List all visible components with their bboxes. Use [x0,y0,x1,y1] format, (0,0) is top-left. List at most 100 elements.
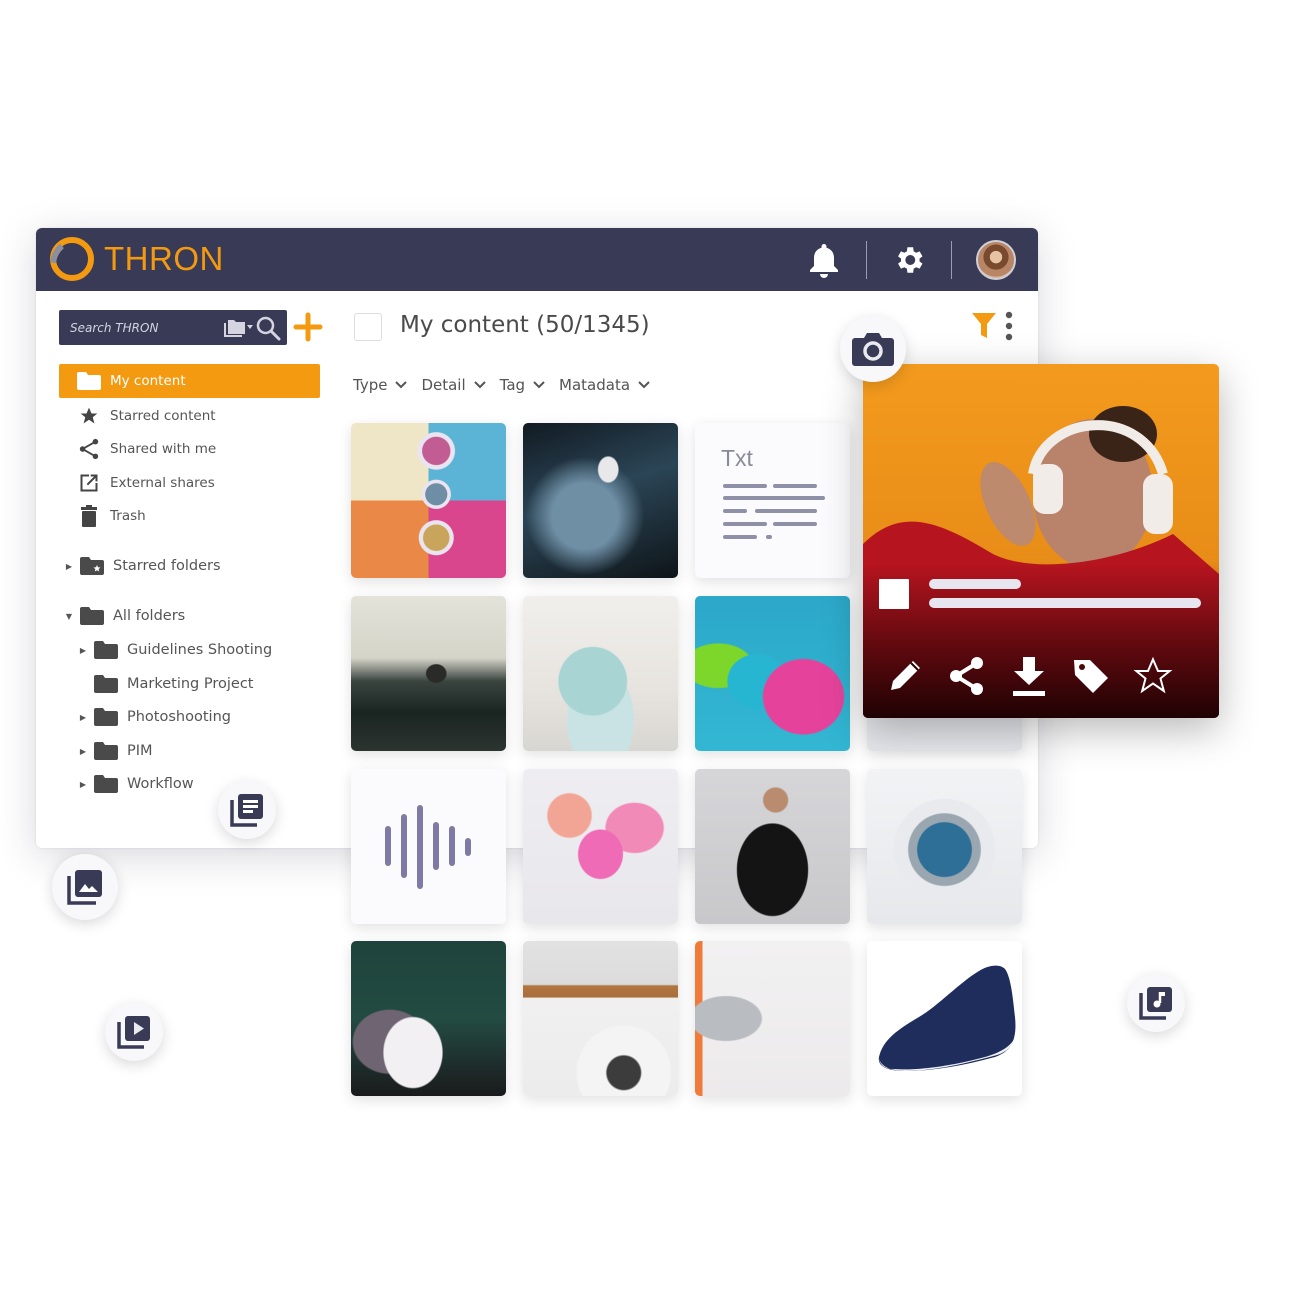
txt-label: Txt [721,445,753,471]
asset-preview-card[interactable] [863,364,1219,718]
edit-icon[interactable] [885,654,925,698]
asset-tile-kitchen-baking[interactable] [695,941,850,1096]
filter-type-dropdown[interactable]: Type [353,376,408,394]
tree-item-label: Guidelines Shooting [127,642,273,658]
folder-icon [92,706,120,728]
asset-tile-makeup-powder[interactable] [351,423,506,578]
search-icon[interactable] [253,313,283,343]
caret-right-icon[interactable]: ▶ [78,747,88,756]
chevron-down-icon [473,381,486,389]
filter-icon[interactable] [971,312,997,340]
sidebar-item-label: Trash [110,508,146,524]
search-input[interactable]: Search THRON [70,321,223,335]
chevron-down-icon [638,381,650,389]
preview-select-checkbox[interactable] [879,579,909,609]
documents-icon [230,794,263,827]
tag-icon[interactable] [1071,654,1111,698]
folder-icon [92,740,120,762]
asset-tile-bedroom[interactable] [351,941,506,1096]
caret-right-icon[interactable]: ▶ [64,562,74,571]
sidebar-item-my-content[interactable]: My content [59,364,320,398]
thron-logo[interactable]: THRON [50,236,224,282]
select-all-checkbox[interactable] [354,313,382,341]
divider [951,240,952,279]
star-icon [75,405,103,427]
image-gallery-icon [67,870,102,905]
logo-ring-icon [50,237,94,281]
filter-metadata-dropdown[interactable]: Matadata [559,376,650,394]
share-icon[interactable] [947,654,987,698]
asset-tile-black-jacket[interactable] [695,769,850,924]
sidebar-item-label: External shares [110,475,215,491]
folder-icon [92,773,120,795]
tree-item-label: Marketing Project [127,676,254,692]
music-library-badge[interactable] [1127,974,1185,1032]
sneaker-image [878,965,1016,1071]
star-outline-icon[interactable] [1133,654,1173,698]
sidebar-item-trash[interactable]: Trash [59,499,320,533]
asset-tile-stand-mixer[interactable] [523,596,678,751]
asset-tile-washing-machine[interactable] [867,769,1022,924]
asset-tile-surfer[interactable] [351,596,506,751]
sidebar-item-shared-with-me[interactable]: Shared with me [59,432,320,466]
sidebar-item-starred-content[interactable]: Starred content [59,399,320,433]
asset-tile-audio[interactable] [351,769,506,924]
audio-waveform-icon [385,805,471,889]
chevron-down-icon [395,381,408,389]
caret-right-icon[interactable]: ▶ [78,713,88,722]
more-vertical-icon[interactable] [1003,310,1015,342]
asset-tile-kettlebells[interactable] [695,596,850,751]
title-placeholder-line [929,579,1021,589]
folder-icon [78,605,106,627]
trash-icon [75,505,103,527]
asset-tile-friends-in-pink[interactable] [523,769,678,924]
search-bar[interactable]: Search THRON [59,310,287,345]
starred-folder-icon [78,555,106,577]
sidebar-item-external-shares[interactable]: External shares [59,466,320,500]
divider [866,240,867,279]
asset-tile-cycling[interactable] [523,423,678,578]
tree-item-all-folders[interactable]: ▼ All folders [64,601,185,631]
chevron-down-icon [533,381,545,389]
folder-icon [92,673,120,695]
avatar[interactable] [976,239,1016,280]
tree-item-workflow[interactable]: ▶ Workflow [78,769,194,799]
sidebar-item-label: My content [110,373,186,389]
filter-detail-dropdown[interactable]: Detail [421,376,486,394]
camera-icon [852,333,894,366]
asset-tile-sneaker[interactable] [867,941,1022,1096]
sidebar-item-label: Starred content [110,408,216,424]
video-library-icon [117,1016,150,1049]
tree-item-guidelines-shooting[interactable]: ▶ Guidelines Shooting [78,635,272,665]
tree-item-photoshooting[interactable]: ▶ Photoshooting [78,702,231,732]
caret-right-icon[interactable]: ▶ [78,780,88,789]
asset-tile-laundry-room[interactable] [523,941,678,1096]
video-library-badge[interactable] [105,1003,163,1061]
tree-item-label: All folders [113,608,186,624]
tree-item-label: Photoshooting [127,709,231,725]
plus-icon[interactable] [293,312,323,342]
brand-name: THRON [104,240,224,277]
sidebar-item-label: Shared with me [110,441,217,457]
gear-icon[interactable] [891,242,927,278]
bell-icon[interactable] [806,242,842,278]
filter-tag-dropdown[interactable]: Tag [500,376,545,394]
tree-item-label: PIM [127,743,153,759]
download-icon[interactable] [1009,654,1049,698]
caret-down-icon[interactable]: ▼ [64,612,74,621]
tree-item-starred-folders[interactable]: ▶ Starred folders [64,551,221,581]
asset-tile-text-document[interactable]: Txt [695,423,850,578]
page-title: My content (50/1345) [400,312,650,338]
subtitle-placeholder-line [929,598,1201,608]
image-gallery-badge[interactable] [52,854,118,920]
tree-item-label: Starred folders [113,558,221,574]
caret-right-icon[interactable]: ▶ [78,646,88,655]
folder-icon [92,639,120,661]
text-lines-icon [723,484,825,539]
tree-item-marketing-project[interactable]: Marketing Project [78,669,254,699]
tree-item-pim[interactable]: ▶ PIM [78,736,153,766]
folder-stack-icon[interactable] [223,317,253,339]
share-icon [75,438,103,460]
documents-badge[interactable] [218,781,276,839]
camera-badge[interactable] [840,316,906,382]
